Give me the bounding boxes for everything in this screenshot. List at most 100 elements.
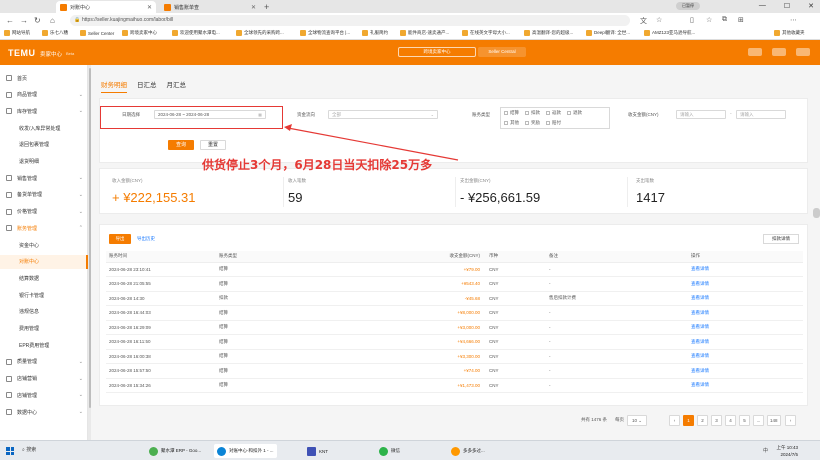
sidebar-item[interactable]: 备货单管理 ⌄	[0, 188, 88, 202]
bookmark-item[interactable]: 跨境卖家中心	[122, 30, 157, 36]
sidebar-item[interactable]: 店铺营销 ⌄	[0, 372, 88, 386]
type-checkbox-rebate[interactable]: 返款	[546, 110, 561, 116]
taskbar-app-other[interactable]: 多多多过...	[448, 444, 488, 458]
browser-tab-sales[interactable]: 销售账单查 ✕	[160, 1, 260, 13]
sidebar-item[interactable]: 销售管理 ⌄	[0, 171, 88, 185]
sidebar-item[interactable]: 首页	[0, 71, 88, 85]
sidebar-item[interactable]: 收发/入库异常处理	[0, 121, 88, 135]
favorites-icon[interactable]: ☆	[706, 16, 712, 24]
bookmark-item[interactable]: 其他收藏夹	[774, 30, 805, 36]
bookmark-item[interactable]: 乐七八糟	[42, 30, 68, 36]
ime-indicator[interactable]: 中	[763, 447, 768, 454]
forward-icon[interactable]: →	[20, 16, 28, 25]
windows-start-icon[interactable]	[6, 447, 14, 455]
type-checkbox-other[interactable]: 其他	[504, 120, 519, 126]
sidebar-item[interactable]: 结算数据	[0, 271, 88, 285]
taskbar-search[interactable]: ⌕ 搜索	[22, 446, 36, 453]
system-clock[interactable]: 上午 10:43 2024/7/5	[776, 444, 798, 458]
seller-central-button[interactable]: Seller Central	[478, 47, 526, 57]
taskbar-app-edge[interactable]: 对账中心-和扣外 1 - ...	[214, 444, 277, 458]
search-button[interactable]: 查询	[168, 140, 194, 150]
collections-icon[interactable]: ⧉	[722, 16, 727, 24]
view-detail-link[interactable]: 查看详情	[688, 363, 803, 379]
page-button[interactable]: 148	[767, 415, 781, 426]
amount-max-input[interactable]: 请输入	[736, 110, 786, 119]
sidebar-item[interactable]: 质量管理 ⌄	[0, 355, 88, 369]
bookmark-item[interactable]: AMZ123亚马逊导航...	[644, 30, 695, 36]
page-button[interactable]: 2	[697, 415, 708, 426]
view-detail-link[interactable]: 查看详情	[688, 305, 803, 321]
sidebar-item[interactable]: 费用管理	[0, 322, 88, 336]
sidebar-item[interactable]: EPR费用管理	[0, 338, 88, 352]
url-input[interactable]: 🔒 https://seller.kuajingmaihuo.com/labor…	[70, 15, 630, 26]
view-detail-link[interactable]: 查看详情	[688, 291, 803, 306]
cross-border-seller-button[interactable]: 跨境卖家中心	[398, 47, 476, 57]
bookmark-item[interactable]: 网站导航	[4, 30, 30, 36]
bookmark-item[interactable]: Deepl翻译: 全世...	[586, 30, 630, 36]
sidebar-item[interactable]: 退回包裹管理	[0, 138, 88, 152]
view-detail-link[interactable]: 查看详情	[688, 262, 803, 277]
split-icon[interactable]: ▯	[690, 16, 694, 24]
sidebar-item[interactable]: 店铺管理 ⌄	[0, 388, 88, 402]
per-page-select[interactable]: 10 ⌄	[627, 415, 647, 426]
bookmark-item[interactable]: 欢迎使用聚水潭电...	[172, 30, 220, 36]
account-avatar[interactable]	[796, 48, 810, 56]
type-checkbox-settle[interactable]: 结算	[504, 110, 519, 116]
page-button[interactable]: 5	[739, 415, 750, 426]
sidebar-item[interactable]: 银行卡管理	[0, 288, 88, 302]
maximize-icon[interactable]: ☐	[784, 2, 790, 10]
page-button[interactable]: 1	[683, 415, 694, 426]
tab-daily-summary[interactable]: 日汇总	[137, 79, 157, 93]
page-button[interactable]: 4	[725, 415, 736, 426]
close-icon[interactable]: ✕	[251, 4, 256, 11]
taskbar-app-wechat[interactable]: 微信	[376, 444, 403, 458]
type-checkbox-deduct[interactable]: 扣款	[525, 110, 540, 116]
type-checkbox-reward[interactable]: 奖励	[525, 120, 540, 126]
sidebar-item[interactable]: 数据中心 ⌄	[0, 405, 88, 419]
view-detail-link[interactable]: 查看详情	[688, 349, 803, 364]
prev-page-button[interactable]: ‹	[669, 415, 680, 426]
view-detail-link[interactable]: 查看详情	[688, 378, 803, 393]
bookmark-item[interactable]: 高温翻译-您的超级...	[524, 30, 573, 36]
deduction-detail-button[interactable]: 扣款详情	[763, 234, 799, 244]
sidebar-item[interactable]: 对账中心	[0, 254, 88, 269]
back-icon[interactable]: ←	[6, 16, 14, 25]
more-icon[interactable]: ⋯	[790, 16, 797, 24]
bookmark-item[interactable]: 礼服简约	[362, 30, 388, 36]
taskbar-app-knt[interactable]: KNT	[304, 444, 331, 458]
temu-logo[interactable]: TEMU	[8, 48, 36, 58]
sidebar-item[interactable]: 价格管理 ⌄	[0, 205, 88, 219]
export-history-link[interactable]: 导出历史	[137, 236, 155, 242]
sidebar-item[interactable]: 退货明细	[0, 155, 88, 169]
notification-icon[interactable]	[748, 48, 762, 56]
export-button[interactable]: 导出	[109, 234, 131, 244]
type-checkbox-compensate[interactable]: 赔付	[546, 120, 561, 126]
profile-badge[interactable]: 已暂停	[676, 2, 700, 10]
browser-tab-reconciliation[interactable]: 对账中心 ✕	[56, 1, 156, 13]
extensions-icon[interactable]: ⊞	[738, 16, 744, 24]
next-page-button[interactable]: ›	[785, 415, 796, 426]
translate-icon[interactable]: 文	[640, 16, 647, 26]
close-icon[interactable]: ✕	[147, 4, 152, 11]
type-checkbox-refund[interactable]: 退款	[567, 110, 582, 116]
bookmark-item[interactable]: 在线英文字母大小...	[462, 30, 510, 36]
taskbar-app-chrome[interactable]: 聚水潭 ERP - Goo...	[146, 444, 204, 458]
view-detail-link[interactable]: 查看详情	[688, 320, 803, 335]
amount-min-input[interactable]: 请输入	[676, 110, 726, 119]
tab-monthly-summary[interactable]: 月汇总	[167, 79, 187, 93]
sidebar-item[interactable]: 违规信息	[0, 305, 88, 319]
bookmark-item[interactable]: Seller Center	[80, 30, 114, 36]
tab-finance-detail[interactable]: 财务明细	[101, 79, 127, 93]
reset-button[interactable]: 重置	[200, 140, 226, 150]
favorite-star-icon[interactable]: ☆	[656, 16, 662, 24]
bookmark-item[interactable]: 全球物流查询平台 |...	[300, 30, 350, 36]
view-detail-link[interactable]: 查看详情	[688, 334, 803, 350]
minimize-icon[interactable]: —	[759, 2, 766, 10]
sidebar-item[interactable]: 商品管理 ⌄	[0, 88, 88, 102]
close-window-icon[interactable]: ✕	[808, 2, 814, 10]
sidebar-item[interactable]: 资金中心	[0, 238, 88, 252]
page-scrollbar[interactable]	[813, 208, 820, 218]
new-tab-button[interactable]: +	[264, 1, 269, 13]
bookmark-item[interactable]: 全球领先的采购跨...	[236, 30, 284, 36]
bookmark-item[interactable]: 能件商店-速卖通产...	[400, 30, 449, 36]
